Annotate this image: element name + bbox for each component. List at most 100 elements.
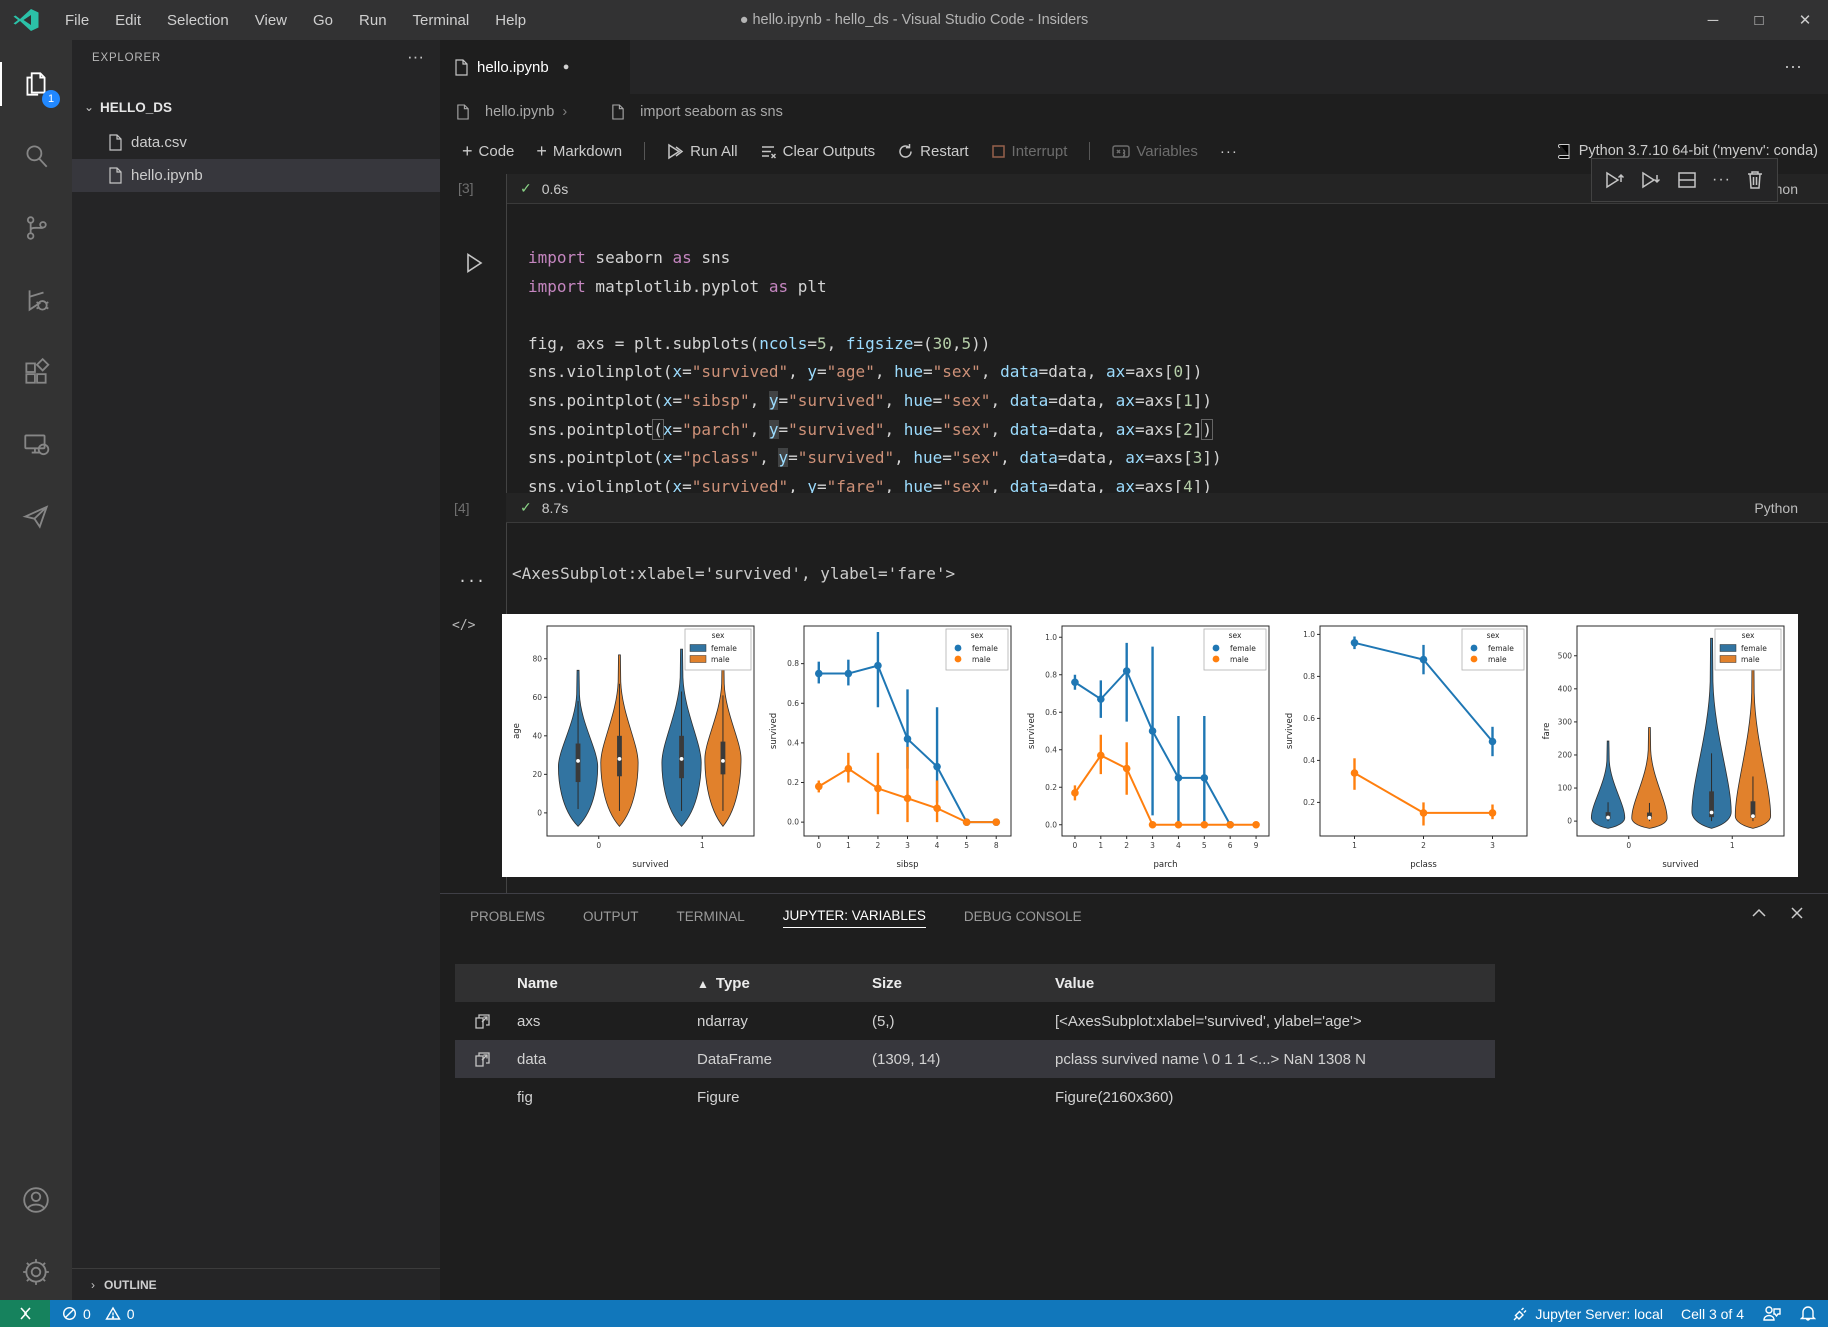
breadcrumb-symbol[interactable]: import seaborn as sns — [640, 104, 783, 120]
menu-go[interactable]: Go — [300, 12, 346, 29]
cell4-execution-count: [4] — [454, 500, 514, 516]
menu-run[interactable]: Run — [346, 12, 400, 29]
svg-text:male: male — [711, 655, 730, 664]
cell4-duration: 8.7s — [542, 500, 568, 516]
svg-text:1: 1 — [1352, 841, 1357, 850]
variable-size: (5,) — [872, 1013, 895, 1030]
menu-selection[interactable]: Selection — [154, 12, 242, 29]
menu-view[interactable]: View — [242, 12, 300, 29]
jupyter-variables-table: Name ▲Type Size Value axsndarray(5,)[<AxesSu… — [455, 964, 1495, 1116]
output-mime-icon[interactable]: </> — [452, 618, 475, 633]
delete-cell-icon[interactable] — [1745, 169, 1765, 191]
code-line-8: sns.pointplot(x="pclass", y="survived", … — [528, 448, 1808, 477]
error-count[interactable]: 0 — [83, 1306, 91, 1322]
restart-icon — [897, 143, 914, 160]
errors-icon[interactable] — [62, 1306, 77, 1321]
close-button[interactable]: ✕ — [1782, 0, 1828, 40]
breadcrumb-file-icon — [456, 104, 470, 120]
restart-kernel-button[interactable]: Restart — [897, 143, 968, 160]
code-line-4: fig, axs = plt.subplots(ncols=5, figsize… — [528, 334, 1808, 363]
file-item-hello-ipynb[interactable]: hello.ipynb — [72, 159, 440, 192]
column-header-type[interactable]: ▲Type — [697, 975, 750, 992]
open-variable-icon[interactable] — [473, 1049, 493, 1069]
file-item-data-csv[interactable]: data.csv — [72, 126, 440, 159]
search-icon[interactable] — [0, 128, 72, 184]
cell4-code-editor[interactable]: import seaborn as snsimport matplotlib.p… — [528, 248, 1808, 505]
svg-text:female: female — [1230, 644, 1256, 653]
svg-text:0: 0 — [596, 841, 601, 850]
svg-text:sex: sex — [711, 631, 724, 640]
svg-text:parch: parch — [1153, 860, 1177, 870]
run-all-button[interactable]: Run All — [667, 143, 738, 160]
panel-close-icon[interactable] — [1788, 904, 1806, 922]
dirty-indicator[interactable]: ● — [563, 61, 570, 73]
cell-position-indicator[interactable]: Cell 3 of 4 — [1681, 1306, 1744, 1322]
run-below-icon[interactable] — [1640, 169, 1662, 191]
jupyter-server-status[interactable]: Jupyter Server: local — [1512, 1306, 1663, 1322]
menu-edit[interactable]: Edit — [102, 12, 154, 29]
variable-row-axs[interactable]: axsndarray(5,)[<AxesSubplot:xlabel='surv… — [455, 1002, 1495, 1040]
toolbar-more-icon[interactable]: ··· — [1220, 143, 1238, 160]
variable-row-fig[interactable]: figFigureFigure(2160x360) — [455, 1078, 1495, 1116]
svg-text:1: 1 — [700, 841, 705, 850]
remote-explorer-icon[interactable] — [0, 416, 72, 472]
extensions-icon[interactable] — [0, 344, 72, 400]
svg-text:3: 3 — [905, 841, 910, 850]
column-header-value[interactable]: Value — [1055, 975, 1094, 992]
menu-file[interactable]: File — [52, 12, 102, 29]
run-cell-icon[interactable] — [464, 252, 484, 274]
variable-name: fig — [517, 1089, 533, 1106]
breadcrumb-file[interactable]: hello.ipynb — [485, 104, 554, 120]
chevron-right-icon: › — [82, 1278, 104, 1292]
panel-tab-terminal[interactable]: TERMINAL — [677, 909, 745, 928]
add-code-cell-button[interactable]: +Code — [462, 141, 514, 162]
variable-row-data[interactable]: dataDataFrame(1309, 14)pclass survived n… — [455, 1040, 1495, 1078]
jupyter-send-icon[interactable] — [0, 488, 72, 544]
notifications-bell-icon[interactable] — [1800, 1305, 1816, 1322]
menu-help[interactable]: Help — [482, 12, 539, 29]
subplot-sibsp-survived: 0.00.20.40.60.80123458sibspsurvivedsexfe… — [767, 619, 1017, 871]
breadcrumb[interactable]: hello.ipynb › import seaborn as sns — [440, 94, 1828, 130]
explorer-icon[interactable]: 1 — [0, 56, 72, 112]
sidebar-title: EXPLORER — [92, 52, 161, 64]
warnings-icon[interactable] — [105, 1306, 121, 1321]
column-header-name[interactable]: Name — [517, 975, 558, 992]
svg-text:0.6: 0.6 — [1303, 714, 1315, 723]
feedback-icon[interactable] — [1762, 1305, 1782, 1322]
menu-terminal[interactable]: Terminal — [400, 12, 483, 29]
panel-tab-problems[interactable]: PROBLEMS — [470, 909, 545, 928]
tab-label: hello.ipynb — [477, 59, 549, 76]
source-control-icon[interactable] — [0, 200, 72, 256]
panel-tab-jupyter-variables[interactable]: JUPYTER: VARIABLES — [783, 908, 926, 928]
maximize-button[interactable]: □ — [1736, 0, 1782, 40]
sort-ascending-icon[interactable]: ▲ — [697, 977, 709, 991]
run-above-icon[interactable] — [1604, 169, 1626, 191]
toolbar-separator — [644, 142, 645, 160]
panel-tab-debug-console[interactable]: DEBUG CONSOLE — [964, 909, 1082, 928]
column-header-size[interactable]: Size — [872, 975, 902, 992]
split-cell-icon[interactable] — [1676, 169, 1698, 191]
minimize-button[interactable]: ─ — [1690, 0, 1736, 40]
svg-text:1: 1 — [846, 841, 851, 850]
clear-outputs-button[interactable]: Clear Outputs — [760, 143, 876, 160]
editor-actions-icon[interactable]: ··· — [1784, 56, 1802, 77]
run-debug-icon[interactable] — [0, 272, 72, 328]
sidebar-more-icon[interactable]: ··· — [407, 47, 424, 67]
settings-gear-icon[interactable] — [0, 1244, 72, 1300]
remote-indicator[interactable] — [0, 1300, 50, 1327]
tab-hello-ipynb[interactable]: hello.ipynb ● — [440, 40, 630, 94]
warning-count[interactable]: 0 — [127, 1306, 135, 1322]
account-icon[interactable] — [0, 1172, 72, 1228]
svg-text:3: 3 — [1490, 841, 1495, 850]
panel-tab-output[interactable]: OUTPUT — [583, 909, 639, 928]
cell4-language[interactable]: Python — [1754, 500, 1798, 516]
activity-bar: 1 — [0, 40, 72, 1300]
folder-section-hello-ds[interactable]: ⌄ HELLO_DS — [72, 92, 440, 122]
panel-maximize-icon[interactable] — [1750, 904, 1768, 922]
menu-bar: FileEditSelectionViewGoRunTerminalHelp — [52, 0, 539, 40]
svg-text:0: 0 — [1568, 817, 1573, 826]
outline-section[interactable]: › OUTLINE — [72, 1268, 440, 1300]
open-variable-icon[interactable] — [473, 1011, 493, 1031]
add-markdown-cell-button[interactable]: +Markdown — [536, 141, 622, 162]
cell-more-actions-icon[interactable]: ··· — [1712, 171, 1731, 189]
